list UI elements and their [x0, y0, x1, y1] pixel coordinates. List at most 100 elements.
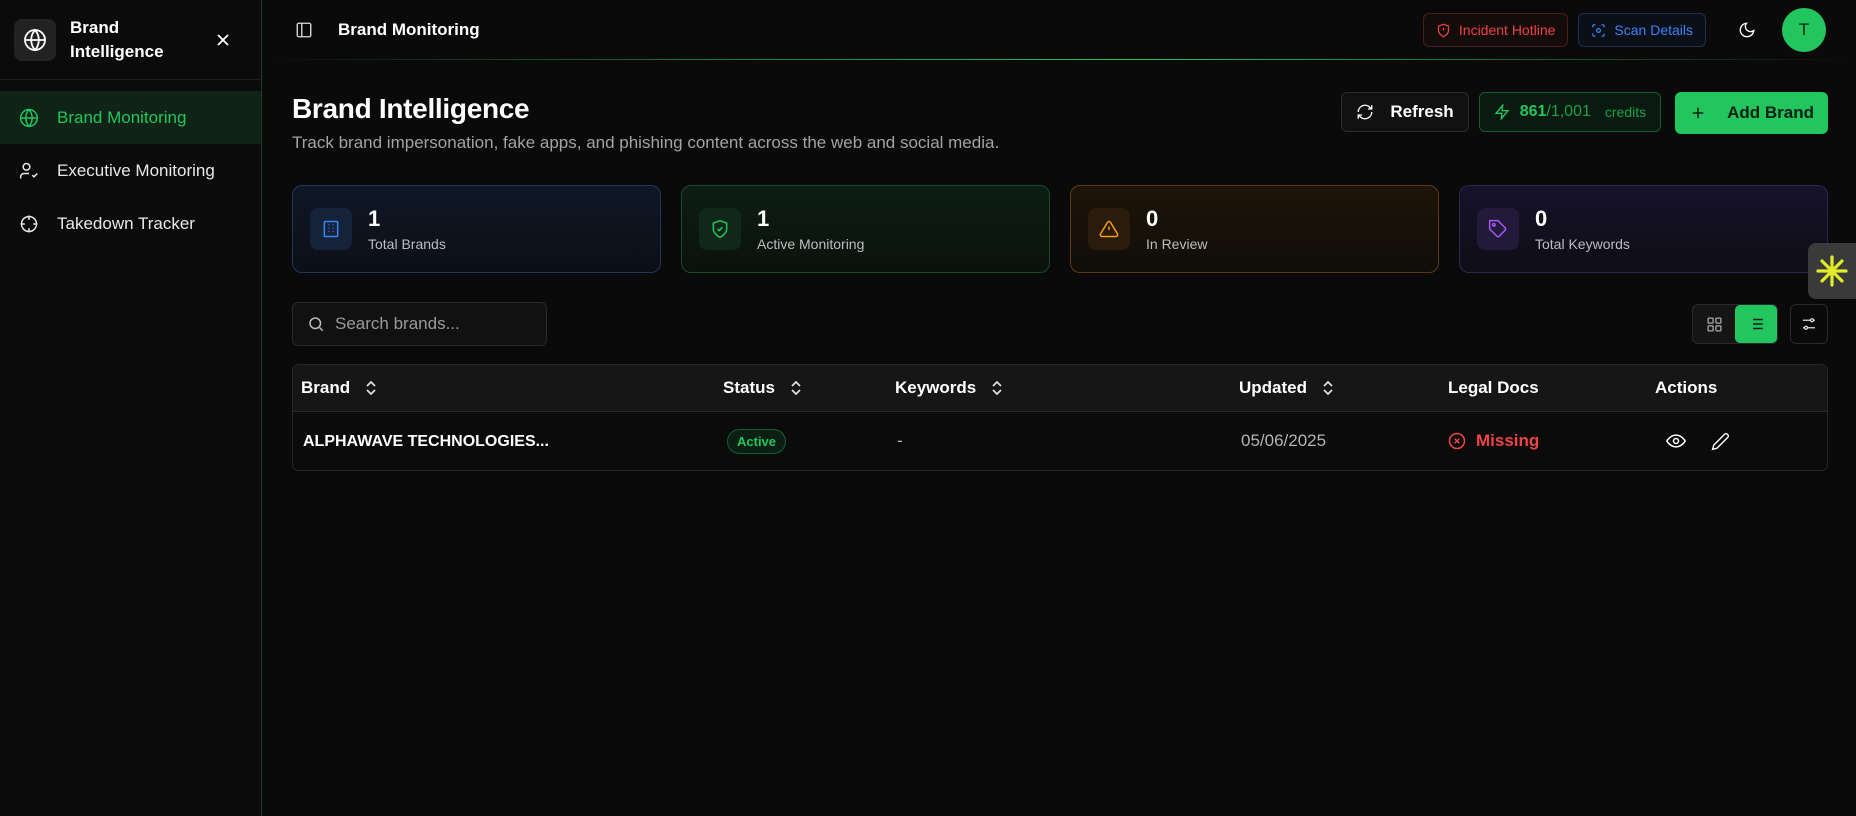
column-header: Status [723, 378, 775, 397]
grid-icon [1706, 316, 1722, 332]
column-header: Brand [301, 378, 351, 397]
main-content: Brand Monitoring Incident Hotline Scan D… [262, 0, 1856, 816]
assistant-launcher-button[interactable] [1808, 243, 1856, 299]
table-row[interactable]: ALPHAWAVE TECHNOLOGIES... Active - 05/06… [293, 412, 1827, 470]
eye-icon [1666, 434, 1686, 448]
sort-icon [1323, 380, 1333, 396]
stat-label: Total Keywords [1535, 236, 1630, 252]
edit-button[interactable] [1709, 430, 1731, 452]
incident-hotline-button[interactable]: Incident Hotline [1422, 13, 1569, 47]
sidebar-item-executive-monitoring[interactable]: Executive Monitoring [0, 144, 261, 197]
close-icon [217, 33, 229, 46]
sidebar-item-brand-monitoring[interactable]: Brand Monitoring [0, 91, 261, 144]
sidebar-item-label: Takedown Tracker [57, 213, 195, 233]
zap-icon [1494, 104, 1510, 120]
search-icon [309, 317, 324, 332]
tag-icon [1477, 208, 1519, 250]
refresh-icon [1357, 104, 1373, 120]
scan-details-button[interactable]: Scan Details [1578, 13, 1706, 47]
sort-status-header[interactable]: Status [723, 378, 895, 398]
sparkle-icon [1816, 255, 1848, 287]
shield-alert-icon [1437, 23, 1450, 37]
grid-view-button[interactable] [1693, 305, 1735, 343]
refresh-button[interactable]: Refresh [1341, 92, 1469, 132]
credits-used: 861 [1519, 103, 1547, 120]
sidebar-item-label: Brand Monitoring [57, 107, 187, 127]
shield-check-icon [699, 208, 741, 250]
stat-card-in-review: 0 In Review [1070, 185, 1439, 273]
incident-hotline-label: Incident Hotline [1458, 22, 1556, 38]
column-header: Keywords [895, 378, 977, 397]
close-sidebar-button[interactable] [213, 30, 233, 50]
stats-row: 1 Total Brands 1 Active Monitoring 0 In … [292, 185, 1828, 273]
column-header: Updated [1239, 378, 1307, 397]
search-box [292, 302, 547, 346]
x-circle-icon [1448, 432, 1466, 450]
sidebar-header: Brand Intelligence [0, 0, 261, 80]
stat-label: Total Brands [368, 236, 446, 252]
credits-indicator: 861/1,001 credits [1478, 92, 1662, 132]
sidebar-item-label: Executive Monitoring [57, 160, 215, 180]
building-icon [310, 208, 352, 250]
sort-icon [992, 380, 1002, 396]
stat-label: In Review [1146, 236, 1208, 252]
theme-toggle-button[interactable] [1730, 13, 1764, 47]
updated-date: 05/06/2025 [1241, 431, 1327, 450]
stat-value: 1 [757, 206, 770, 231]
view-toggle [1692, 304, 1778, 344]
stat-label: Active Monitoring [757, 236, 865, 252]
plus-icon [1692, 107, 1704, 119]
alert-triangle-icon [1088, 208, 1130, 250]
topbar-title: Brand Monitoring [338, 20, 480, 39]
column-header: Legal Docs [1448, 378, 1539, 397]
add-brand-label: Add Brand [1727, 103, 1814, 122]
topbar: Brand Monitoring Incident Hotline Scan D… [262, 0, 1856, 60]
pencil-icon [1711, 432, 1729, 450]
stat-value: 1 [368, 206, 381, 231]
sort-keywords-header[interactable]: Keywords [895, 378, 1239, 398]
user-check-icon [18, 160, 40, 182]
page-actions: Refresh 861/1,001 credits Add Brand [1341, 92, 1828, 134]
page-title: Brand Intelligence [292, 93, 530, 124]
refresh-label: Refresh [1390, 102, 1454, 121]
brands-table: Brand Status Keywords Updated Legal Docs… [292, 364, 1828, 471]
app-title: Brand Intelligence [70, 17, 164, 61]
page-header: Brand Intelligence Track brand impersona… [292, 92, 1828, 153]
sort-brand-header[interactable]: Brand [301, 378, 723, 398]
sidebar-toggle-icon[interactable] [294, 20, 314, 40]
add-brand-button[interactable]: Add Brand [1675, 92, 1828, 134]
stat-value: 0 [1146, 206, 1159, 231]
credits-total: /1,001 [1546, 103, 1591, 120]
sort-updated-header[interactable]: Updated [1239, 378, 1448, 398]
page-content: Brand Intelligence Track brand impersona… [262, 92, 1856, 471]
sidebar-item-takedown-tracker[interactable]: Takedown Tracker [0, 197, 261, 250]
sliders-icon [1803, 318, 1815, 330]
scan-details-label: Scan Details [1614, 22, 1693, 38]
keywords-value: - [897, 431, 903, 450]
list-toolbar [292, 302, 1828, 346]
page-subtitle: Track brand impersonation, fake apps, an… [292, 133, 1000, 152]
view-button[interactable] [1665, 430, 1687, 452]
filter-settings-button[interactable] [1790, 304, 1828, 344]
stat-card-total-keywords: 0 Total Keywords [1459, 185, 1828, 273]
page-heading-group: Brand Intelligence Track brand impersona… [292, 93, 999, 153]
globe-icon [18, 107, 40, 129]
table-header: Brand Status Keywords Updated Legal Docs… [293, 365, 1827, 412]
crosshair-icon [18, 213, 40, 235]
sort-icon [791, 380, 801, 396]
topbar-actions: Incident Hotline Scan Details T [1422, 8, 1826, 52]
row-actions [1655, 430, 1827, 452]
legal-docs-status: Missing [1448, 431, 1655, 451]
status-badge: Active [727, 428, 787, 454]
avatar[interactable]: T [1782, 8, 1826, 52]
search-input[interactable] [335, 314, 535, 334]
globe-icon [14, 18, 56, 61]
stat-value: 0 [1535, 206, 1548, 231]
scan-icon [1592, 23, 1606, 37]
moon-icon [1739, 22, 1755, 38]
list-icon [1749, 318, 1763, 330]
stat-card-total-brands: 1 Total Brands [292, 185, 661, 273]
brand-name[interactable]: ALPHAWAVE TECHNOLOGIES... [301, 433, 549, 450]
stat-card-active-monitoring: 1 Active Monitoring [681, 185, 1050, 273]
list-view-button[interactable] [1735, 305, 1777, 343]
